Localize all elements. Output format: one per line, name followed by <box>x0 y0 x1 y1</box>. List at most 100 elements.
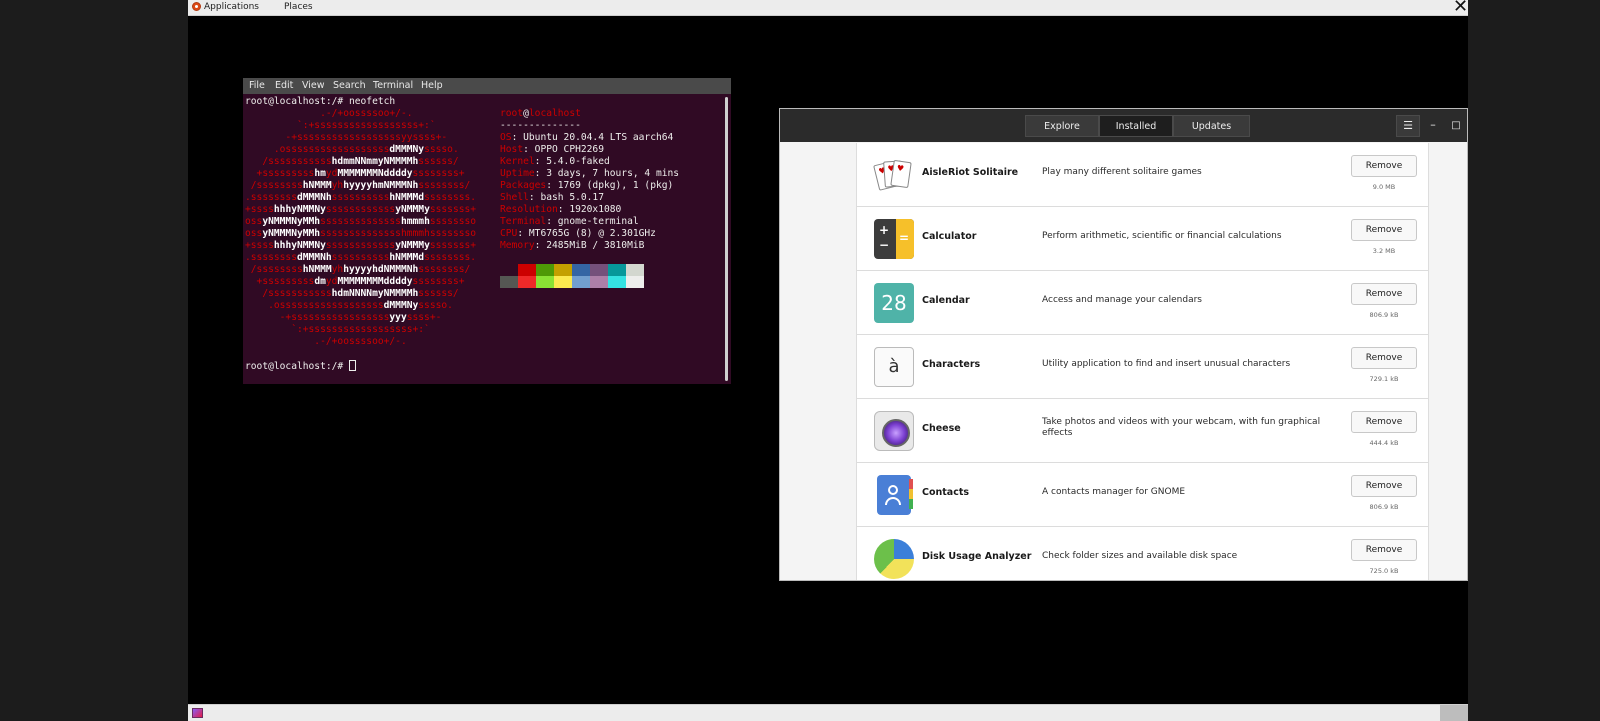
neofetch-info-line: Shell: bash 5.0.17 <box>500 192 604 203</box>
app-size: 729.1 kB <box>1369 375 1399 383</box>
app-name: AisleRiot Solitaire <box>922 167 1019 178</box>
cheese-icon <box>874 411 914 451</box>
app-description: Utility application to find and insert u… <box>1042 359 1291 369</box>
app-row[interactable]: Cheese Take photos and videos with your w… <box>857 399 1428 463</box>
tab-explore[interactable]: Explore <box>1025 115 1099 137</box>
app-size: 444.4 kB <box>1369 439 1399 447</box>
ascii-logo-line: -+ssssssssssssssssssyyssss+- <box>245 132 448 143</box>
app-size: 806.9 kB <box>1369 503 1399 511</box>
ascii-logo-line: +sssshhhyNMMNyssssssssssssyNMMMysssssss+ <box>245 204 477 215</box>
software-window[interactable]: Explore Installed Updates ☰ – □ ♥ ♥ ♥ Aisle… <box>779 108 1468 581</box>
remove-button[interactable]: Remove <box>1351 283 1417 305</box>
app-description: Play many different solitaire games <box>1042 167 1202 177</box>
places-menu[interactable]: Places <box>284 1 313 14</box>
app-name: Contacts <box>922 487 970 498</box>
terminal-prompt[interactable]: root@localhost:/# <box>245 360 356 373</box>
terminal-cursor <box>348 360 356 371</box>
palette-swatch <box>518 264 536 276</box>
hamburger-icon[interactable]: ☰ <box>1396 115 1420 137</box>
maximize-icon[interactable]: □ <box>1448 115 1464 137</box>
palette-swatch <box>572 264 590 276</box>
applications-menu[interactable]: Applications <box>204 1 259 14</box>
terminal-menu-file[interactable]: File <box>249 78 265 94</box>
neofetch-title: root@localhost <box>500 108 581 119</box>
ascii-logo-line: `:+ssssssssssssssssss+:` <box>245 120 436 131</box>
remove-button[interactable]: Remove <box>1351 155 1417 177</box>
tab-updates[interactable]: Updates <box>1173 115 1250 137</box>
ascii-logo-line: /ssssssssssshdmmNNmmyNMMMMhssssss/ <box>245 156 459 167</box>
palette-swatch <box>536 276 554 288</box>
palette-swatch <box>608 276 626 288</box>
app-row[interactable]: Contacts A contacts manager for GNOME Remo… <box>857 463 1428 527</box>
app-description: Access and manage your calendars <box>1042 295 1202 305</box>
ascii-logo-line: .ossssssssssssssssssdMMMNysssso. <box>245 300 453 311</box>
neofetch-info-line: Uptime: 3 days, 7 hours, 4 mins <box>500 168 680 179</box>
solitaire-icon: ♥ ♥ ♥ <box>873 155 914 195</box>
neofetch-info-line: OS: Ubuntu 20.04.4 LTS aarch64 <box>500 132 674 143</box>
remove-button[interactable]: Remove <box>1351 539 1417 561</box>
palette-swatch <box>626 264 644 276</box>
terminal-menu-terminal[interactable]: Terminal <box>373 78 413 94</box>
palette-swatch <box>590 276 608 288</box>
palette-swatch <box>608 264 626 276</box>
minimize-icon[interactable]: – <box>1425 115 1441 137</box>
app-description: Perform arithmetic, scientific or financ… <box>1042 231 1282 241</box>
ascii-logo-line: .-/+oossssoo+/-. <box>245 336 407 347</box>
characters-icon: à <box>874 347 914 387</box>
close-icon[interactable]: ✕ <box>1453 0 1468 16</box>
terminal-window[interactable]: File Edit View Search Terminal Help root… <box>243 78 731 384</box>
app-name: Cheese <box>922 423 961 434</box>
app-row[interactable]: + − = Calculator Perform arithmetic, scienti… <box>857 207 1428 271</box>
ascii-logo-line: .ssssssssdMMMNhsssssssssshNMMMdssssssss. <box>245 252 477 263</box>
neofetch-info-line: CPU: MT6765G (8) @ 2.301GHz <box>500 228 656 239</box>
neofetch-info-line: Host: OPPO CPH2269 <box>500 144 604 155</box>
terminal-menu-view[interactable]: View <box>302 78 325 94</box>
app-name: Calendar <box>922 295 970 306</box>
app-description: Check folder sizes and available disk sp… <box>1042 551 1238 561</box>
palette-swatch <box>500 264 518 276</box>
workspace-switcher[interactable] <box>1440 705 1468 721</box>
ascii-logo-line: /sssssssshNMMMyhhyyyyhdNMMMNhssssssss/ <box>245 264 471 275</box>
ascii-logo-line: +sssssssssdmydMMMMMMMMddddyssssssss+ <box>245 276 465 287</box>
ubuntu-logo-icon[interactable] <box>192 2 201 11</box>
neofetch-info-line: Packages: 1769 (dpkg), 1 (pkg) <box>500 180 674 191</box>
palette-swatch <box>554 264 572 276</box>
terminal-scrollbar[interactable] <box>725 97 728 381</box>
palette-swatch <box>572 276 590 288</box>
ascii-logo-line: +ssssssssshmydMMMMMMMNddddyssssssss+ <box>245 168 465 179</box>
top-panel: Applications Places ✕ <box>188 0 1468 16</box>
ascii-logo-line: -+sssssssssssssssssyyyssss+- <box>245 312 442 323</box>
ascii-logo-line: /sssssssshNMMMyhhyyyyhmNMMMNhssssssss/ <box>245 180 471 191</box>
palette-swatch <box>554 276 572 288</box>
app-row[interactable]: ♥ ♥ ♥ AisleRiot Solitaire Play many differen… <box>857 143 1428 207</box>
ascii-logo-line: .-/+oossssoo+/-. <box>245 108 413 119</box>
app-name: Disk Usage Analyzer <box>922 551 1032 562</box>
app-name: Calculator <box>922 231 977 242</box>
app-row[interactable]: 28 Calendar Access and manage your calenda… <box>857 271 1428 335</box>
remove-button[interactable]: Remove <box>1351 347 1417 369</box>
calculator-icon: + − = <box>874 219 914 259</box>
neofetch-separator: -------------- <box>500 120 581 131</box>
app-description: Take photos and videos with your webcam,… <box>1042 417 1321 438</box>
show-desktop-icon[interactable] <box>192 708 203 718</box>
ascii-logo-line: `:+ssssssssssssssssss+:` <box>245 324 430 335</box>
terminal-menu-edit[interactable]: Edit <box>275 78 293 94</box>
terminal-menu-search[interactable]: Search <box>333 78 366 94</box>
remove-button[interactable]: Remove <box>1351 219 1417 241</box>
tab-installed[interactable]: Installed <box>1099 115 1173 137</box>
ascii-logo-line: .ossssssssssssssssssdMMMNysssso. <box>245 144 459 155</box>
app-name: Characters <box>922 359 981 370</box>
ascii-logo-line: /ssssssssssshdmNNNNmyNMMMMhssssss/ <box>245 288 459 299</box>
app-size: 3.2 MB <box>1372 247 1396 255</box>
app-row[interactable]: Disk Usage Analyzer Check folder sizes an… <box>857 527 1428 580</box>
contacts-icon <box>877 475 913 515</box>
remove-button[interactable]: Remove <box>1351 475 1417 497</box>
app-row[interactable]: à Characters Utility application to find a… <box>857 335 1428 399</box>
terminal-menu-help[interactable]: Help <box>421 78 443 94</box>
remove-button[interactable]: Remove <box>1351 411 1417 433</box>
ascii-logo-line: ossyNMMMNyMMhsssssssssssssshmmmhssssssso <box>245 228 477 239</box>
ascii-logo-line: ossyNMMMNyMMhsssssssssssssshmmmhssssssso <box>245 216 477 227</box>
desktop: Applications Places ✕ File Edit View Sea… <box>188 0 1468 721</box>
app-size: 806.9 kB <box>1369 311 1399 319</box>
disk-usage-icon <box>874 539 914 579</box>
